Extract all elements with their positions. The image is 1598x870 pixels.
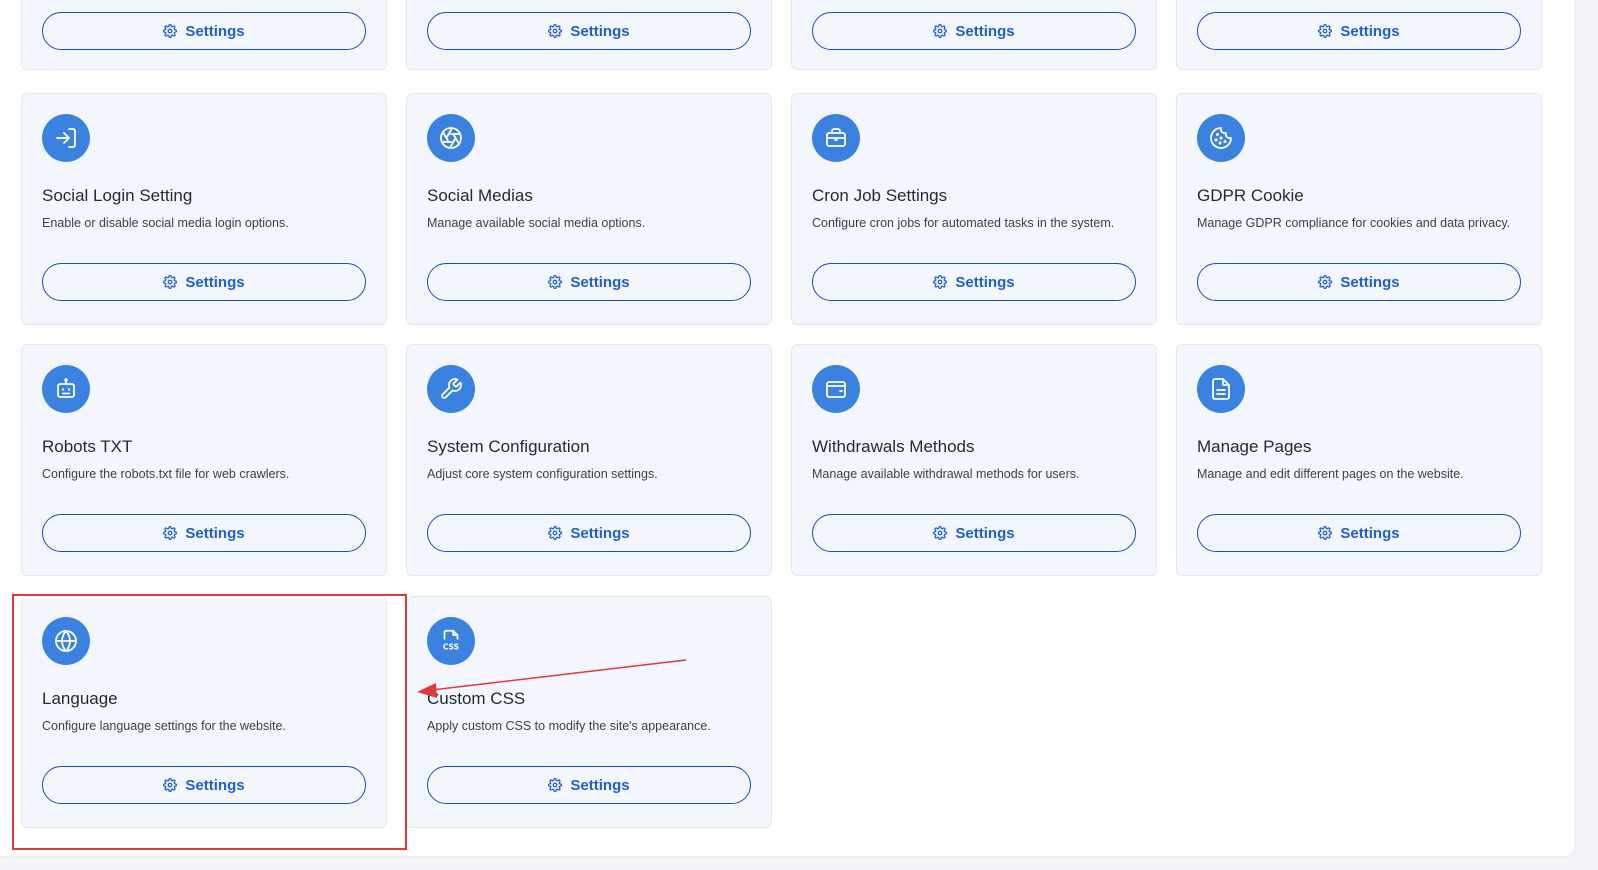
scrollbar[interactable] — [1574, 0, 1598, 870]
card-description: Manage GDPR compliance for cookies and d… — [1197, 216, 1511, 230]
gear-icon — [163, 778, 178, 792]
settings-button-label: Settings — [185, 273, 245, 291]
settings-button-label: Settings — [570, 22, 630, 40]
gear-icon — [1318, 24, 1333, 38]
settings-button-label: Settings — [1340, 524, 1400, 542]
settings-button[interactable]: Settings — [427, 263, 751, 301]
settings-panel: Settings Settings Settings Settings Soci… — [0, 0, 1574, 856]
settings-button[interactable]: Settings — [427, 12, 751, 50]
settings-button-label: Settings — [955, 524, 1015, 542]
robot-icon — [57, 378, 75, 398]
settings-card: Settings — [791, 0, 1157, 70]
settings-button-label: Settings — [185, 22, 245, 40]
settings-button[interactable]: Settings — [427, 514, 751, 552]
card-icon-circle — [812, 114, 860, 162]
settings-button-label: Settings — [1340, 273, 1400, 291]
card-description: Configure language settings for the webs… — [42, 719, 286, 733]
gear-icon — [548, 275, 563, 289]
gear-icon — [933, 526, 948, 540]
settings-button-label: Settings — [185, 524, 245, 542]
card-icon-circle — [42, 617, 90, 665]
settings-button[interactable]: Settings — [1197, 12, 1521, 50]
gear-icon — [548, 24, 563, 38]
card-cron-job-settings: Cron Job Settings Configure cron jobs fo… — [791, 93, 1157, 325]
settings-button[interactable]: Settings — [812, 263, 1136, 301]
card-icon-circle: CSS — [427, 617, 475, 665]
card-manage-pages: Manage Pages Manage and edit different p… — [1176, 344, 1542, 576]
aperture-icon — [440, 127, 462, 149]
card-title: Cron Job Settings — [812, 186, 948, 205]
settings-button-label: Settings — [570, 776, 630, 794]
card-description: Adjust core system configuration setting… — [427, 467, 658, 481]
card-title: Custom CSS — [427, 689, 526, 708]
card-description: Apply custom CSS to modify the site's ap… — [427, 719, 711, 733]
gear-icon — [163, 24, 178, 38]
gear-icon — [1318, 275, 1333, 289]
card-custom-css: CSS Custom CSS Apply custom CSS to modif… — [406, 596, 772, 828]
card-description: Manage and edit different pages on the w… — [1197, 467, 1464, 481]
card-gdpr-cookie: GDPR Cookie Manage GDPR compliance for c… — [1176, 93, 1542, 325]
settings-button[interactable]: Settings — [1197, 514, 1521, 552]
card-description: Manage available social media options. — [427, 216, 646, 230]
settings-card: Settings — [21, 0, 387, 70]
settings-button-label: Settings — [185, 776, 245, 794]
wallet-icon — [826, 381, 846, 398]
svg-text:CSS: CSS — [443, 643, 459, 652]
wrench-icon — [441, 378, 462, 399]
card-title: Withdrawals Methods — [812, 437, 975, 456]
card-robots-txt: Robots TXT Configure the robots.txt file… — [21, 344, 387, 576]
card-language: Language Configure language settings for… — [21, 596, 387, 828]
card-withdrawals-methods: Withdrawals Methods Manage available wit… — [791, 344, 1157, 576]
css-file-icon: CSS — [443, 629, 459, 652]
card-social-medias: Social Medias Manage available social me… — [406, 93, 772, 325]
settings-button-label: Settings — [1340, 22, 1400, 40]
gear-icon — [548, 526, 563, 540]
card-title: Social Medias — [427, 186, 533, 205]
settings-button[interactable]: Settings — [427, 766, 751, 804]
card-icon-circle — [1197, 365, 1245, 413]
card-title: Social Login Setting — [42, 186, 193, 205]
settings-button-label: Settings — [955, 273, 1015, 291]
gear-icon — [548, 778, 563, 792]
gear-icon — [933, 275, 948, 289]
settings-button[interactable]: Settings — [1197, 263, 1521, 301]
settings-button[interactable]: Settings — [812, 12, 1136, 50]
settings-button-label: Settings — [955, 22, 1015, 40]
settings-button[interactable]: Settings — [812, 514, 1136, 552]
settings-button[interactable]: Settings — [42, 12, 366, 50]
card-icon-circle — [427, 365, 475, 413]
card-title: Manage Pages — [1197, 437, 1312, 456]
card-description: Configure the robots.txt file for web cr… — [42, 467, 290, 481]
card-icon-circle — [1197, 114, 1245, 162]
settings-card: Settings — [406, 0, 772, 70]
login-icon — [56, 128, 76, 148]
settings-button-label: Settings — [570, 524, 630, 542]
settings-button[interactable]: Settings — [42, 263, 366, 301]
globe-icon — [55, 630, 77, 652]
card-title: Robots TXT — [42, 437, 133, 456]
gear-icon — [1318, 526, 1333, 540]
card-icon-circle — [42, 114, 90, 162]
card-icon-circle — [812, 365, 860, 413]
card-social-login-setting: Social Login Setting Enable or disable s… — [21, 93, 387, 325]
card-title: GDPR Cookie — [1197, 186, 1304, 205]
card-system-configuration: System Configuration Adjust core system … — [406, 344, 772, 576]
card-title: System Configuration — [427, 437, 590, 456]
settings-button[interactable]: Settings — [42, 766, 366, 804]
card-title: Language — [42, 689, 118, 708]
card-description: Enable or disable social media login opt… — [42, 216, 289, 230]
gear-icon — [933, 24, 948, 38]
card-icon-circle — [427, 114, 475, 162]
card-icon-circle — [42, 365, 90, 413]
gear-icon — [163, 526, 178, 540]
document-icon — [1212, 378, 1230, 400]
settings-button-label: Settings — [570, 273, 630, 291]
card-description: Manage available withdrawal methods for … — [812, 467, 1080, 481]
settings-card: Settings — [1176, 0, 1542, 70]
briefcase-icon — [826, 128, 846, 147]
settings-button[interactable]: Settings — [42, 514, 366, 552]
card-description: Configure cron jobs for automated tasks … — [812, 216, 1115, 230]
cookie-icon — [1210, 127, 1232, 149]
gear-icon — [163, 275, 178, 289]
